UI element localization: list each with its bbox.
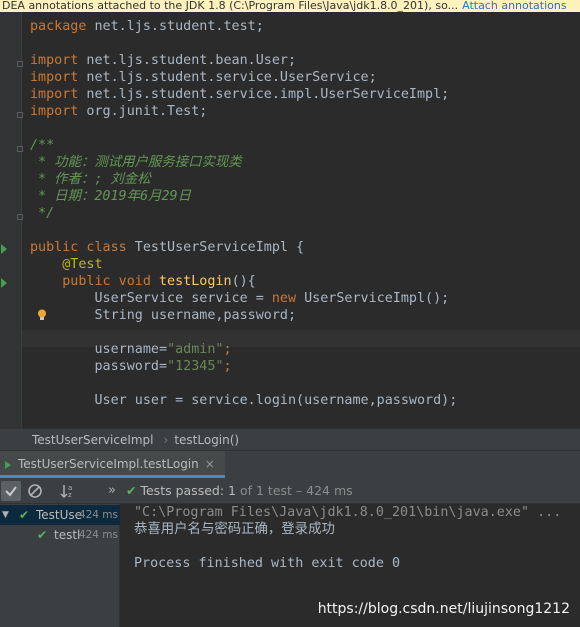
test-runner-toolbar: az » ✔ Tests passed: 1 of 1 test – 424 ms <box>0 478 580 504</box>
tab-run-configuration[interactable]: TestUserServiceImpl.testLogin × <box>0 451 225 478</box>
breadcrumb-separator-icon: › <box>163 433 169 447</box>
console-line: "C:\Program Files\Java\jdk1.8.0_201\bin\… <box>134 505 562 520</box>
passed-check-icon: ✔ <box>19 508 30 522</box>
tree-item-test-method[interactable]: ✔ testl 424 ms <box>0 525 120 545</box>
test-status: ✔ Tests passed: 1 of 1 test – 424 ms <box>126 478 353 504</box>
banner-text: DEA annotations attached to the JDK 1.8 … <box>2 0 459 12</box>
code-line: @Test <box>62 257 103 272</box>
breadcrumb-item-class[interactable]: TestUserServiceImpl <box>32 433 154 447</box>
run-config-icon <box>5 461 11 469</box>
code-line: UserService service = new UserServiceImp… <box>94 291 450 306</box>
tree-item-time: 424 ms <box>78 529 118 541</box>
tree-item-label: testl <box>54 528 81 542</box>
sort-alphabetically-button[interactable]: az <box>58 481 78 501</box>
status-count: 1 <box>228 483 236 498</box>
passed-check-icon: ✔ <box>126 483 137 498</box>
run-test-gutter-icon[interactable] <box>1 278 7 288</box>
code-line: User user = service.login(username,passw… <box>94 393 458 408</box>
code-line: package net.ljs.student.test; <box>30 19 264 34</box>
code-line: import net.ljs.student.service.UserServi… <box>30 70 377 85</box>
code-editor[interactable]: package net.ljs.student.test; import net… <box>0 12 580 428</box>
fold-marker-icon[interactable] <box>17 146 23 152</box>
attach-annotations-link[interactable]: Attach annotations <box>462 0 566 12</box>
run-class-gutter-icon[interactable] <box>1 244 7 254</box>
code-line: import net.ljs.student.bean.User; <box>30 53 297 68</box>
tab-label: TestUserServiceImpl.testLogin <box>18 457 199 471</box>
console-line: Process finished with exit code 0 <box>134 556 401 571</box>
show-ignored-button[interactable] <box>25 481 45 501</box>
code-line: password="12345"; <box>94 359 232 374</box>
status-detail: of 1 test – 424 ms <box>239 483 353 498</box>
svg-text:z: z <box>68 491 72 499</box>
code-line: public void testLogin(){ <box>62 274 256 289</box>
editor-gutter <box>0 12 22 428</box>
code-line: import net.ljs.student.service.impl.User… <box>30 87 450 102</box>
javadoc-line: * 作者：; 刘金松 <box>30 172 151 187</box>
watermark: https://blog.csdn.net/liujinsong1212 <box>317 601 570 617</box>
more-actions-button[interactable]: » <box>102 481 122 501</box>
breadcrumb: TestUserServiceImpl › testLogin() <box>0 428 580 450</box>
ignored-icon <box>28 484 42 498</box>
breadcrumb-item-method[interactable]: testLogin() <box>174 433 239 447</box>
tree-item-label: TestUse <box>36 508 83 522</box>
passed-check-icon: ✔ <box>37 528 48 542</box>
status-label: Tests passed: <box>140 483 225 498</box>
sort-icon: az <box>60 484 72 499</box>
tree-item-test-class[interactable]: ▼ ✔ TestUse 424 ms <box>0 505 120 525</box>
code-line: username="admin"; <box>94 342 232 357</box>
notification-banner: DEA annotations attached to the JDK 1.8 … <box>0 0 580 12</box>
show-passed-button[interactable] <box>1 481 21 501</box>
close-icon[interactable]: × <box>205 457 215 471</box>
test-tree: ▼ ✔ TestUse 424 ms ✔ testl 424 ms <box>0 504 120 627</box>
tree-item-time: 424 ms <box>78 509 118 521</box>
check-icon <box>5 486 17 497</box>
fold-marker-icon[interactable] <box>17 214 23 220</box>
code-line: String username,password; <box>94 308 297 323</box>
code-line: import org.junit.Test; <box>30 104 208 119</box>
run-tool-window-tabs: TestUserServiceImpl.testLogin × <box>0 450 580 478</box>
javadoc-line: */ <box>30 206 55 221</box>
collapse-arrow-icon[interactable]: ▼ <box>2 505 9 525</box>
javadoc-line: /** <box>30 138 55 153</box>
code-content: package net.ljs.student.test; import net… <box>30 18 457 409</box>
javadoc-line: * 日期：2019年6月29日 <box>30 189 191 204</box>
console-line: 恭喜用户名与密码正确，登录成功 <box>134 522 335 537</box>
fold-marker-icon[interactable] <box>17 61 23 67</box>
javadoc-line: * 功能：测试用户服务接口实现类 <box>30 155 242 170</box>
code-line: public class TestUserServiceImpl { <box>30 240 305 255</box>
fold-marker-icon[interactable] <box>17 112 23 118</box>
console-output[interactable]: "C:\Program Files\Java\jdk1.8.0_201\bin\… <box>121 504 580 627</box>
